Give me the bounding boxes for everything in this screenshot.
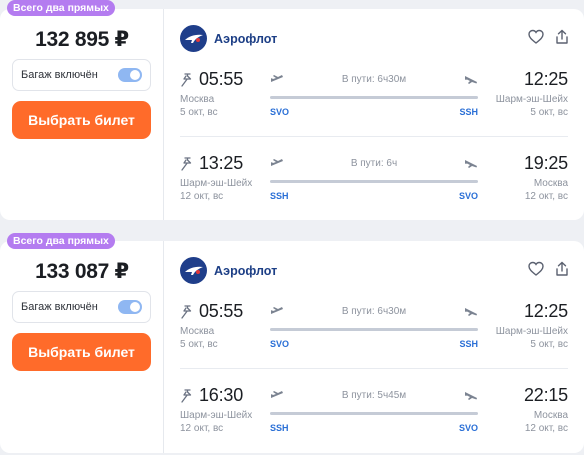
baggage-toggle-row[interactable]: Багаж включён	[12, 291, 151, 323]
arrival-time: 22:15	[523, 385, 568, 405]
route-track	[270, 328, 478, 331]
baggage-label: Багаж включён	[21, 301, 98, 313]
route-line: В пути: 6ч30м SVO SSH	[270, 69, 478, 125]
plane-landing-icon	[465, 160, 477, 168]
arrival-date: 5 окт, вс	[530, 107, 568, 118]
departure-date: 12 окт, вс	[180, 191, 224, 202]
arrival-airport-code: SVO	[458, 423, 478, 433]
pin-icon[interactable]	[180, 304, 194, 319]
arrival-block: 12:25 Шарм-эш-Шейх 5 окт, вс	[496, 301, 568, 351]
offer-price: 132 895 ₽	[35, 28, 129, 51]
flight-segment: 05:55 Москва 5 окт, вс В пути: 6ч30м SVO…	[180, 69, 568, 125]
pin-icon[interactable]	[180, 72, 194, 87]
departure-block: 05:55 Москва 5 окт, вс	[180, 301, 243, 351]
departure-time: 05:55	[199, 69, 244, 89]
baggage-toggle-row[interactable]: Багаж включён	[12, 59, 151, 91]
arrival-time: 12:25	[523, 69, 568, 89]
airline-header: Аэрофлот	[180, 257, 277, 284]
flight-segment: 13:25 Шарм-эш-Шейх 12 окт, вс В пути: 6ч…	[180, 153, 568, 209]
route-track	[270, 180, 478, 183]
offer-actions	[528, 261, 570, 277]
airline-name: Аэрофлот	[214, 31, 278, 46]
airline-header: Аэрофлот	[180, 25, 277, 52]
offer-badge: Всего два прямых	[7, 233, 115, 249]
route-line: В пути: 6ч SSH SVO	[270, 153, 478, 209]
itinerary-panel: Аэрофлот 05:55 Москва 5 окт, вс В пути: …	[164, 241, 584, 453]
toggle-knob	[130, 70, 140, 80]
arrival-date: 5 окт, вс	[530, 339, 568, 350]
departure-date: 5 окт, вс	[180, 339, 218, 350]
itinerary-panel: Аэрофлот 05:55 Москва 5 окт, вс В пути: …	[164, 9, 584, 220]
departure-time: 05:55	[199, 301, 244, 321]
flight-duration: В пути: 6ч	[350, 158, 398, 169]
route-line: В пути: 6ч30м SVO SSH	[270, 301, 478, 357]
select-ticket-button[interactable]: Выбрать билет	[12, 101, 151, 139]
route-track	[270, 412, 478, 415]
plane-landing-icon	[465, 392, 477, 400]
aeroflot-logo	[180, 257, 207, 284]
route-line: В пути: 5ч45м SSH SVO	[270, 385, 478, 441]
departure-date: 12 окт, вс	[180, 423, 224, 434]
heart-icon[interactable]	[528, 261, 544, 277]
flight-segment: 05:55 Москва 5 окт, вс В пути: 6ч30м SVO…	[180, 301, 568, 357]
departure-date: 5 окт, вс	[180, 107, 218, 118]
arrival-city: Шарм-эш-Шейх	[495, 94, 568, 105]
baggage-label: Багаж включён	[21, 69, 98, 81]
heart-icon[interactable]	[528, 29, 544, 45]
select-ticket-button[interactable]: Выбрать билет	[12, 333, 151, 371]
plane-landing-icon	[465, 76, 477, 84]
offer-price-panel: 132 895 ₽ Багаж включён Выбрать билет	[0, 9, 164, 220]
offer-price-panel: 133 087 ₽ Багаж включён Выбрать билет	[0, 241, 164, 453]
departure-block: 13:25 Шарм-эш-Шейх 12 окт, вс	[180, 153, 252, 203]
arrival-block: 19:25 Москва 12 окт, вс	[524, 153, 568, 203]
aeroflot-logo	[180, 25, 207, 52]
departure-city: Шарм-эш-Шейх	[180, 410, 253, 421]
arrival-time: 19:25	[523, 153, 568, 173]
departure-time: 16:30	[199, 385, 244, 405]
arrival-time: 12:25	[523, 301, 568, 321]
departure-airport-code: SVO	[270, 339, 290, 349]
segment-divider	[180, 368, 568, 369]
plane-landing-icon	[465, 308, 477, 316]
flight-segment: 16:30 Шарм-эш-Шейх 12 окт, вс В пути: 5ч…	[180, 385, 568, 441]
offer-badge: Всего два прямых	[7, 0, 115, 16]
departure-city: Москва	[180, 326, 215, 337]
departure-block: 05:55 Москва 5 окт, вс	[180, 69, 243, 119]
baggage-toggle[interactable]	[118, 68, 142, 82]
arrival-airport-code: SVO	[458, 191, 478, 201]
flight-duration: В пути: 6ч30м	[341, 74, 407, 85]
arrival-date: 12 окт, вс	[524, 191, 568, 202]
arrival-airport-code: SSH	[459, 107, 478, 117]
arrival-airport-code: SSH	[459, 339, 478, 349]
offer-actions	[528, 29, 570, 45]
departure-city: Шарм-эш-Шейх	[180, 178, 253, 189]
flight-duration: В пути: 6ч30м	[341, 306, 407, 317]
departure-airport-code: SVO	[270, 107, 290, 117]
departure-airport-code: SSH	[270, 423, 289, 433]
route-track	[270, 96, 478, 99]
share-icon[interactable]	[554, 261, 570, 277]
arrival-city: Москва	[533, 410, 568, 421]
arrival-block: 22:15 Москва 12 окт, вс	[524, 385, 568, 435]
flight-duration: В пути: 5ч45м	[341, 390, 407, 401]
arrival-city: Шарм-эш-Шейх	[495, 326, 568, 337]
offer-card: 132 895 ₽ Багаж включён Выбрать билет Аэ…	[0, 9, 584, 220]
departure-city: Москва	[180, 94, 215, 105]
pin-icon[interactable]	[180, 156, 194, 171]
departure-time: 13:25	[199, 153, 244, 173]
pin-icon[interactable]	[180, 388, 194, 403]
share-icon[interactable]	[554, 29, 570, 45]
baggage-toggle[interactable]	[118, 300, 142, 314]
toggle-knob	[130, 302, 140, 312]
departure-block: 16:30 Шарм-эш-Шейх 12 окт, вс	[180, 385, 252, 435]
offer-price: 133 087 ₽	[35, 260, 129, 283]
arrival-city: Москва	[533, 178, 568, 189]
segment-divider	[180, 136, 568, 137]
airline-name: Аэрофлот	[214, 263, 278, 278]
offer-card: 133 087 ₽ Багаж включён Выбрать билет Аэ…	[0, 241, 584, 453]
departure-airport-code: SSH	[270, 191, 289, 201]
arrival-date: 12 окт, вс	[524, 423, 568, 434]
arrival-block: 12:25 Шарм-эш-Шейх 5 окт, вс	[496, 69, 568, 119]
